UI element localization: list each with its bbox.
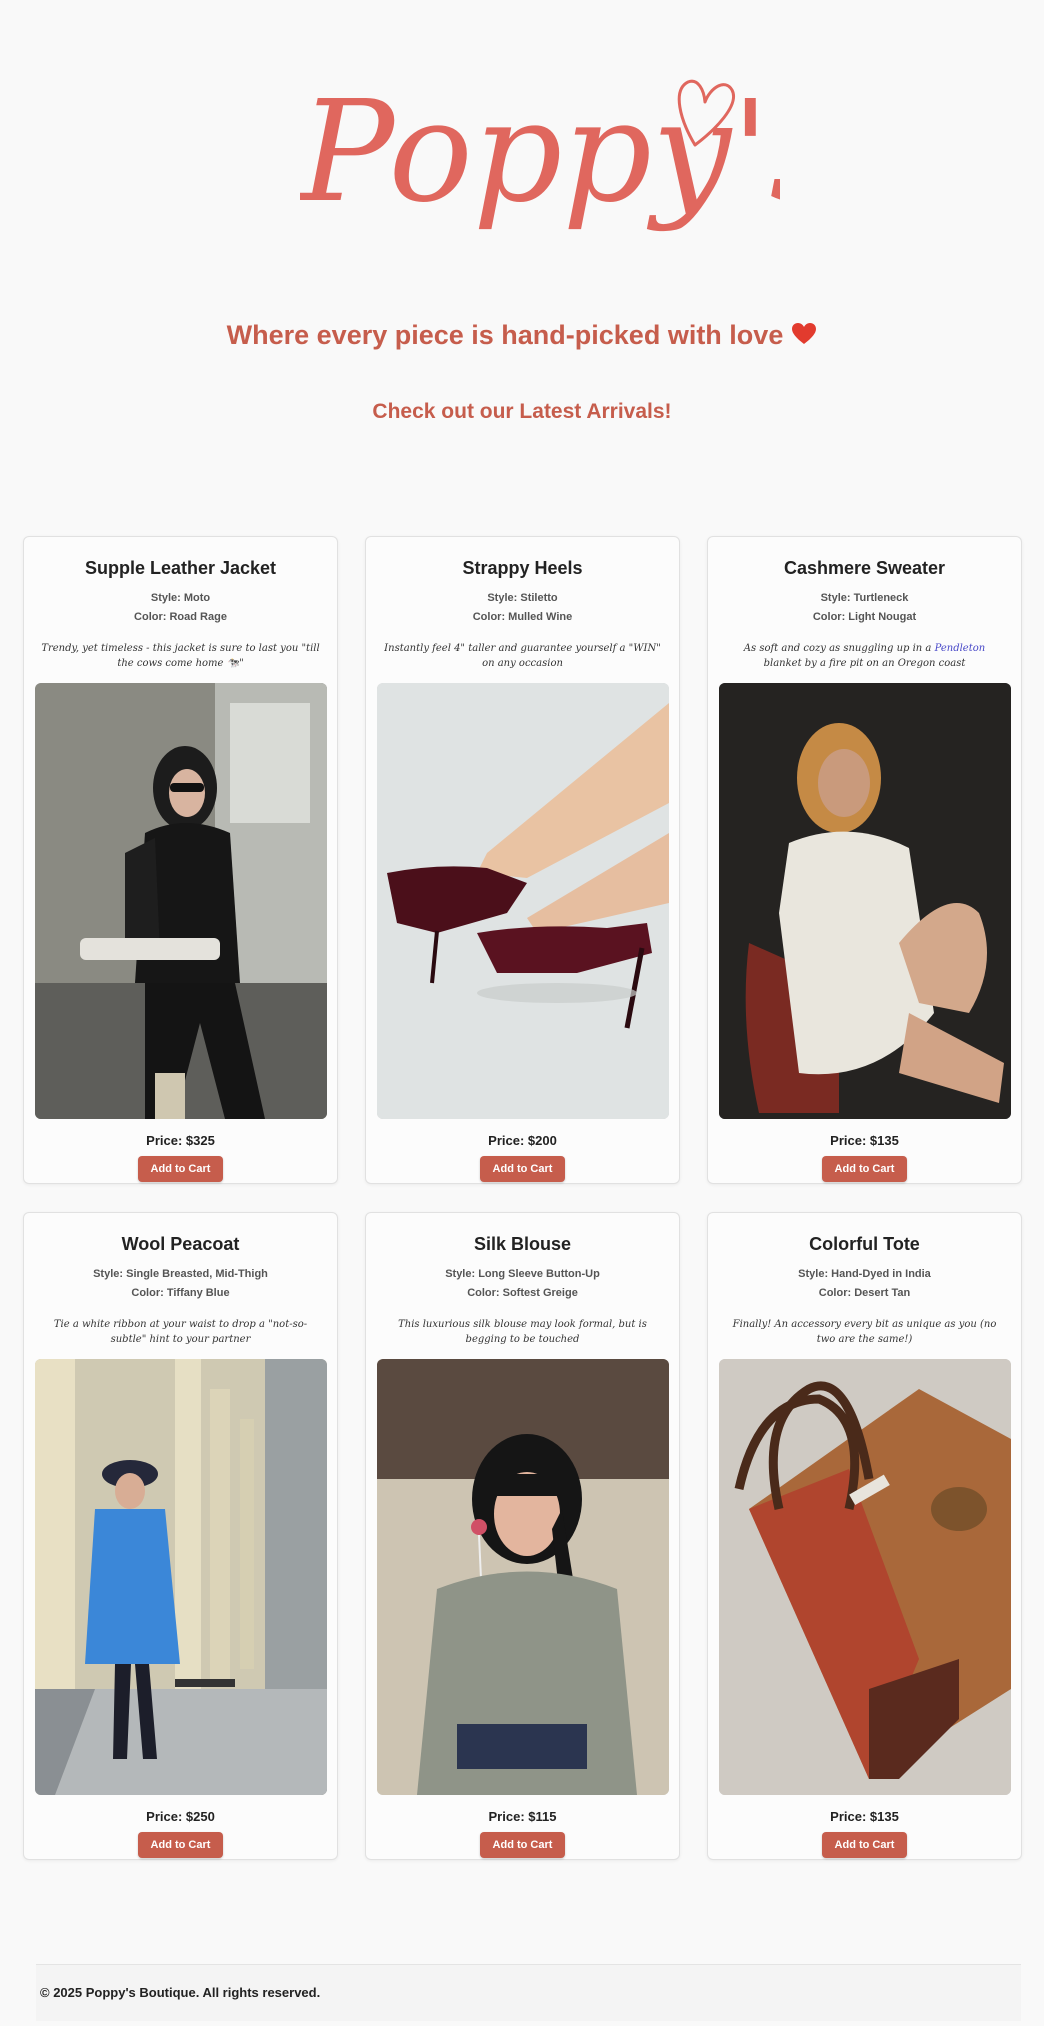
tagline-text: Where every piece is hand-picked with lo…	[226, 320, 784, 350]
product-style: Style: Turtleneck	[820, 592, 909, 604]
product-color: Color: Mulled Wine	[472, 611, 573, 623]
product-card-colorful-tote: Colorful Tote Style: Hand-Dyed in India …	[707, 1212, 1022, 1860]
product-price: Price: $250	[146, 1809, 215, 1824]
product-card-cashmere-sweater: Cashmere Sweater Style: Turtleneck Color…	[707, 536, 1022, 1184]
product-image-colorful-tote[interactable]	[718, 1359, 1011, 1795]
product-style: Style: Single Breasted, Mid-Thigh	[93, 1268, 268, 1280]
product-description: As soft and cozy as snuggling up in a Pe…	[724, 641, 1005, 673]
product-title: Strappy Heels	[462, 558, 583, 578]
product-description: Finally! An accessory every bit as uniqu…	[732, 1319, 997, 1345]
product-style: Style: Hand-Dyed in India	[798, 1268, 931, 1280]
product-description: This luxurious silk blouse may look form…	[398, 1319, 647, 1345]
product-title: Cashmere Sweater	[783, 558, 946, 578]
description-text: blanket by a fire pit on an Oregon coast	[763, 658, 966, 669]
product-image-cashmere-sweater[interactable]	[718, 683, 1011, 1119]
product-image-leather-jacket[interactable]	[34, 683, 327, 1119]
product-description: Tie a white ribbon at your waist to drop…	[53, 1319, 308, 1345]
product-price: Price: $135	[830, 1133, 899, 1148]
add-to-cart-button[interactable]: Add to Cart	[137, 1156, 224, 1182]
copyright-text: © 2025 Poppy's Boutique. All rights rese…	[40, 1985, 321, 2000]
product-card-silk-blouse: Silk Blouse Style: Long Sleeve Button-Up…	[365, 1212, 680, 1860]
product-price: Price: $115	[488, 1809, 557, 1824]
heart-emoji-icon	[792, 323, 817, 344]
add-to-cart-button[interactable]: Add to Cart	[821, 1156, 908, 1182]
product-color: Color: Desert Tan	[818, 1287, 911, 1299]
product-style: Style: Long Sleeve Button-Up	[445, 1268, 600, 1280]
description-text: As soft and cozy as snuggling up in a	[743, 643, 935, 654]
product-color: Color: Softest Greige	[467, 1287, 578, 1299]
product-description: Trendy, yet timeless - this jacket is su…	[41, 643, 320, 669]
product-image-silk-blouse[interactable]	[376, 1359, 669, 1795]
product-color: Color: Tiffany Blue	[131, 1287, 230, 1299]
product-grid: Supple Leather Jacket Style: Moto Color:…	[23, 536, 1022, 1860]
pendleton-link[interactable]: Pendleton	[935, 643, 986, 654]
tagline: Where every piece is hand-picked with lo…	[0, 320, 1044, 351]
product-description: Instantly feel 4" taller and guarantee y…	[384, 643, 661, 669]
product-title: Supple Leather Jacket	[84, 558, 277, 578]
product-color: Color: Light Nougat	[812, 611, 917, 623]
product-image-wool-peacoat[interactable]	[34, 1359, 327, 1795]
product-price: Price: $200	[488, 1133, 557, 1148]
add-to-cart-button[interactable]: Add to Cart	[821, 1832, 908, 1858]
footer: © 2025 Poppy's Boutique. All rights rese…	[36, 1964, 1021, 2021]
add-to-cart-button[interactable]: Add to Cart	[137, 1832, 224, 1858]
add-to-cart-button[interactable]: Add to Cart	[479, 1832, 566, 1858]
product-price: Price: $325	[146, 1133, 215, 1148]
product-image-strappy-heels[interactable]	[376, 683, 669, 1119]
poppys-logo: Poppy's	[300, 71, 780, 234]
product-color: Color: Road Rage	[134, 611, 227, 623]
latest-arrivals-heading: Check out our Latest Arrivals!	[372, 400, 672, 423]
product-style: Style: Stiletto	[487, 592, 558, 604]
add-to-cart-button[interactable]: Add to Cart	[479, 1156, 566, 1182]
product-card-leather-jacket: Supple Leather Jacket Style: Moto Color:…	[23, 536, 338, 1184]
product-card-wool-peacoat: Wool Peacoat Style: Single Breasted, Mid…	[23, 1212, 338, 1860]
product-card-strappy-heels: Strappy Heels Style: Stiletto Color: Mul…	[365, 536, 680, 1184]
product-price: Price: $135	[830, 1809, 899, 1824]
product-style: Style: Moto	[150, 592, 211, 604]
product-title: Colorful Tote	[809, 1234, 920, 1254]
product-title: Silk Blouse	[473, 1234, 572, 1254]
product-title: Wool Peacoat	[121, 1234, 240, 1254]
